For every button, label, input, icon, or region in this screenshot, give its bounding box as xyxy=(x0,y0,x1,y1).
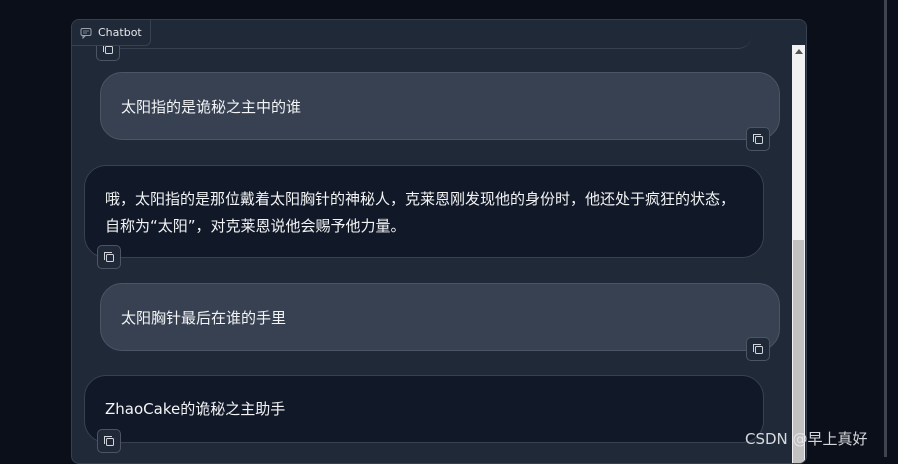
copy-button[interactable] xyxy=(746,127,770,151)
message-text: 太阳胸针最后在谁的手里 xyxy=(121,309,287,327)
copy-icon xyxy=(104,436,114,446)
message-text: ZhaoCake的诡秘之主助手 xyxy=(105,400,286,418)
watermark: CSDN @早上真好 xyxy=(745,430,868,448)
vertical-scrollbar[interactable] xyxy=(792,45,805,463)
previous-message-edge xyxy=(100,20,752,49)
chatbot-panel: Chatbot 太阳指的是诡秘之主中的谁 哦，太阳指的是那位戴着太阳胸针的神秘人… xyxy=(71,19,807,464)
bot-message: 哦，太阳指的是那位戴着太阳胸针的神秘人，克莱恩刚发现他的身份时，他还处于疯狂的状… xyxy=(84,165,764,258)
copy-icon xyxy=(753,134,763,144)
bot-message: ZhaoCake的诡秘之主助手 xyxy=(84,375,764,443)
copy-button[interactable] xyxy=(746,337,770,361)
copy-button[interactable] xyxy=(97,429,121,453)
message-text: 哦，太阳指的是那位戴着太阳胸针的神秘人，克莱恩刚发现他的身份时，他还处于疯狂的状… xyxy=(105,190,736,235)
user-message: 太阳胸针最后在谁的手里 xyxy=(100,283,780,351)
scroll-up-arrow-icon[interactable] xyxy=(795,49,803,54)
copy-icon xyxy=(104,252,114,262)
copy-icon xyxy=(753,344,763,354)
user-message: 太阳指的是诡秘之主中的谁 xyxy=(100,72,780,140)
message-text: 太阳指的是诡秘之主中的谁 xyxy=(121,98,302,116)
window-edge xyxy=(884,0,898,457)
message-list[interactable]: 太阳指的是诡秘之主中的谁 哦，太阳指的是那位戴着太阳胸针的神秘人，克莱恩刚发现他… xyxy=(72,20,806,463)
copy-button[interactable] xyxy=(97,245,121,269)
chatbot-label: Chatbot xyxy=(72,20,151,46)
chatbot-label-text: Chatbot xyxy=(98,26,142,39)
chat-icon xyxy=(80,27,92,39)
